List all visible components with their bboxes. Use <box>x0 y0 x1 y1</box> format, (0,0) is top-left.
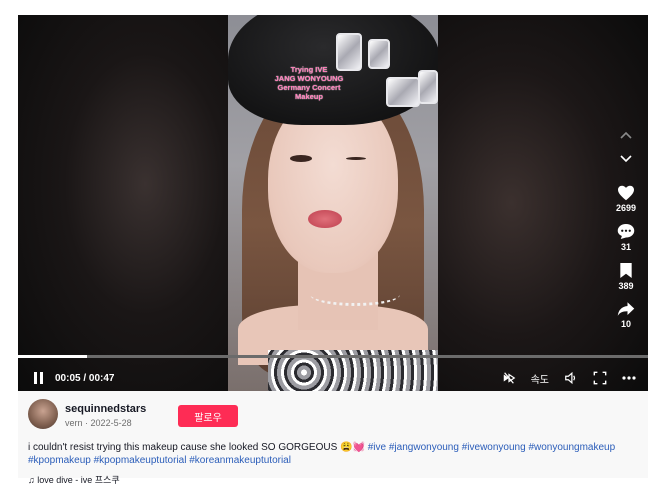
player-controls: 00:05 / 00:47 속도 <box>18 365 648 391</box>
video-lips <box>308 210 342 228</box>
next-video-button[interactable] <box>614 147 638 171</box>
username-link[interactable]: sequinnedstars <box>65 403 146 415</box>
playback-speed-button[interactable]: 속도 <box>531 371 549 386</box>
music-link[interactable]: ♫ love dive - ive 프스쿠 <box>28 473 120 486</box>
separator-dot: · <box>85 418 89 428</box>
like-button[interactable]: 2699 <box>616 185 636 213</box>
post-info: sequinnedstars vern · 2022-5-28 팔로우 i co… <box>18 391 648 485</box>
video-eye-left <box>290 155 312 162</box>
like-count: 2699 <box>615 203 637 213</box>
beret-jewel <box>386 77 420 107</box>
fullscreen-icon[interactable] <box>593 371 607 385</box>
share-arrow-icon <box>617 302 635 316</box>
video-necklace <box>310 283 400 306</box>
beret-jewel <box>368 39 390 69</box>
display-name: vern <box>65 418 83 428</box>
hashtag-link[interactable]: #kpopmakeuptutorial <box>94 455 187 466</box>
description-text: i couldn't resist trying this makeup cau… <box>28 442 365 453</box>
video-frame[interactable]: Trying IVE JANG WONYOUNG Germany Concert… <box>228 15 438 391</box>
player-right-controls: 속도 <box>502 365 636 391</box>
chevron-down-icon <box>620 155 632 163</box>
progress-bar-fill <box>18 355 88 358</box>
save-button[interactable]: 389 <box>618 262 634 291</box>
hashtag-link[interactable]: #jangwonyoung <box>389 442 459 453</box>
side-actions: 2699 31 389 10 <box>604 123 648 329</box>
comment-count: 31 <box>620 242 631 252</box>
current-time: 00:05 <box>55 372 81 384</box>
hashtag-link[interactable]: #wonyoungmakeup <box>528 442 615 453</box>
previous-video-button[interactable] <box>614 123 638 147</box>
comment-icon <box>617 224 635 239</box>
caption-line: Makeup <box>295 92 323 101</box>
chevron-up-icon <box>620 131 632 139</box>
time-display: 00:05 / 00:47 <box>55 373 115 384</box>
hashtag-link[interactable]: #kpopmakeup <box>28 455 91 466</box>
comment-button[interactable]: 31 <box>617 223 635 252</box>
video-caption: Trying IVE JANG WONYOUNG Germany Concert… <box>254 65 364 101</box>
pause-icon[interactable] <box>32 371 46 385</box>
floating-player-icon[interactable] <box>502 371 516 385</box>
duration: 00:47 <box>88 372 115 384</box>
post-subline: vern · 2022-5-28 <box>65 418 132 428</box>
share-button[interactable]: 10 <box>617 301 635 329</box>
post-description: i couldn't resist trying this makeup cau… <box>28 441 640 467</box>
beret-jewel <box>418 70 438 104</box>
volume-icon[interactable] <box>564 371 578 385</box>
bookmark-icon <box>620 262 632 279</box>
progress-bar[interactable] <box>18 355 648 358</box>
post-date: 2022-5-28 <box>90 418 132 428</box>
video-player[interactable]: Trying IVE JANG WONYOUNG Germany Concert… <box>18 15 648 391</box>
follow-button[interactable]: 팔로우 <box>178 405 238 427</box>
hashtag-link[interactable]: #ive <box>368 442 386 453</box>
video-eye-right <box>346 157 366 160</box>
caption-line: Germany Concert <box>277 83 341 92</box>
heart-icon <box>618 185 634 201</box>
hashtag-link[interactable]: #koreanmakeuptutorial <box>189 455 291 466</box>
save-count: 389 <box>618 281 634 291</box>
time-separator: / <box>80 372 89 384</box>
share-count: 10 <box>620 319 631 329</box>
caption-line: Trying IVE <box>290 65 328 74</box>
hashtag-link[interactable]: #ivewonyoung <box>462 442 526 453</box>
avatar[interactable] <box>28 399 58 429</box>
blurred-background-left <box>18 15 230 391</box>
caption-line: JANG WONYOUNG <box>274 74 344 83</box>
more-options-icon[interactable] <box>622 376 636 380</box>
